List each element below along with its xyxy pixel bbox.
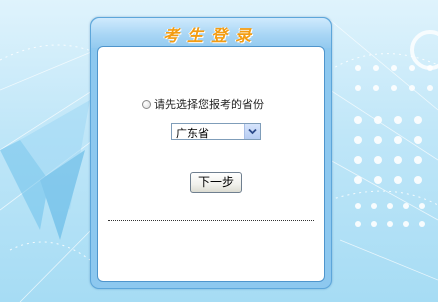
next-step-button[interactable]: 下一步 xyxy=(190,172,242,193)
province-prompt-label: 请先选择您报考的省份 xyxy=(154,98,264,111)
province-select-value: 广东省 xyxy=(176,127,209,140)
dotted-divider xyxy=(108,220,314,221)
chevron-down-icon xyxy=(248,128,257,135)
province-prompt-row: 请先选择您报考的省份 xyxy=(142,97,264,111)
dropdown-button[interactable] xyxy=(244,124,260,139)
radio-icon[interactable] xyxy=(142,99,151,109)
login-form: 请先选择您报考的省份 广东省 下一步 xyxy=(97,46,325,282)
login-panel: 考生登录 请先选择您报考的省份 广东省 下一步 xyxy=(90,17,332,289)
panel-title: 考生登录 xyxy=(162,26,259,45)
province-select[interactable]: 广东省 xyxy=(171,123,261,140)
panel-header: 考生登录 xyxy=(91,18,331,48)
login-page: 考生登录 请先选择您报考的省份 广东省 下一步 xyxy=(0,0,438,302)
